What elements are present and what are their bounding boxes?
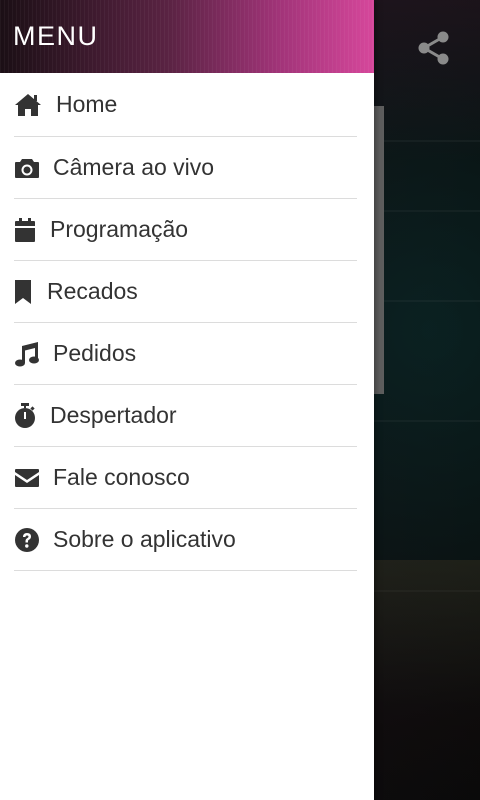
menu-item-messages[interactable]: Recados bbox=[14, 261, 357, 323]
menu-item-contact[interactable]: Fale conosco bbox=[14, 447, 357, 509]
menu-item-label: Fale conosco bbox=[53, 464, 190, 490]
drawer-title: MENU bbox=[13, 21, 99, 51]
share-button[interactable] bbox=[412, 26, 456, 70]
question-circle-icon bbox=[14, 526, 53, 554]
menu-item-label: Despertador bbox=[50, 402, 177, 428]
menu-item-requests[interactable]: Pedidos bbox=[14, 323, 357, 385]
navigation-drawer: MENU Home Câmera ao vivo Programação Rec… bbox=[0, 0, 374, 800]
menu-item-label: Home bbox=[56, 91, 118, 117]
menu-item-schedule[interactable]: Programação bbox=[14, 199, 357, 261]
menu-item-label: Recados bbox=[47, 278, 138, 304]
camera-icon bbox=[14, 154, 53, 182]
calendar-icon bbox=[14, 216, 50, 244]
menu-item-camera[interactable]: Câmera ao vivo bbox=[14, 137, 357, 199]
bookmark-icon bbox=[14, 278, 47, 306]
menu-item-home[interactable]: Home bbox=[14, 73, 357, 137]
drawer-header: MENU bbox=[0, 0, 374, 73]
menu-list: Home Câmera ao vivo Programação Recados … bbox=[0, 73, 374, 571]
menu-item-about[interactable]: Sobre o aplicativo bbox=[14, 509, 357, 571]
menu-item-label: Pedidos bbox=[53, 340, 137, 366]
envelope-icon bbox=[14, 464, 53, 492]
menu-item-label: Câmera ao vivo bbox=[53, 154, 215, 180]
home-icon bbox=[14, 91, 56, 119]
menu-item-label: Programação bbox=[50, 216, 189, 242]
stopwatch-icon bbox=[14, 402, 50, 430]
app-screen: MENU Home Câmera ao vivo Programação Rec… bbox=[0, 0, 480, 800]
menu-item-label: Sobre o aplicativo bbox=[53, 526, 236, 552]
share-icon bbox=[418, 31, 449, 65]
music-note-icon bbox=[14, 340, 53, 368]
menu-item-alarm[interactable]: Despertador bbox=[14, 385, 357, 447]
background-card bbox=[374, 106, 384, 394]
